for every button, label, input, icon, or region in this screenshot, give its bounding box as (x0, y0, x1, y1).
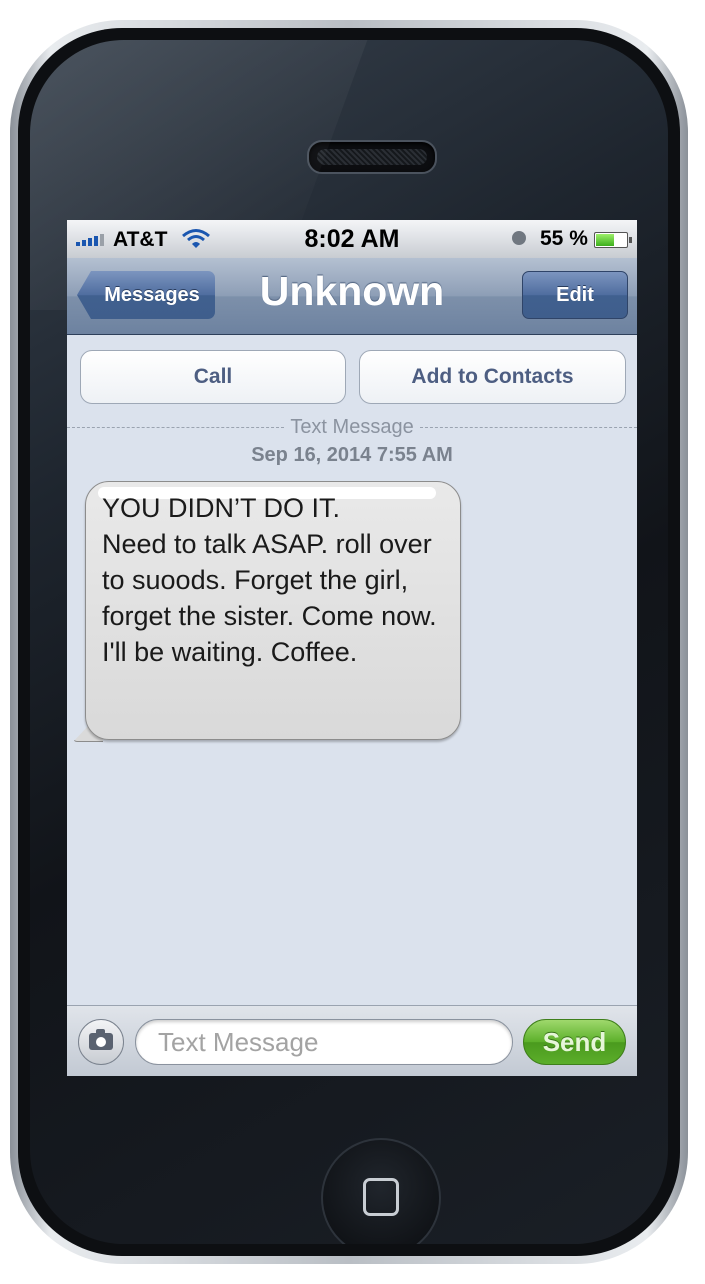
incoming-message-bubble[interactable]: YOU DIDN’T DO IT. Need to talk ASAP. rol… (85, 481, 461, 740)
message-text: YOU DIDN’T DO IT. Need to talk ASAP. rol… (102, 493, 437, 667)
divider-label: Text Message (290, 415, 414, 438)
battery-percent: 55 % (540, 227, 588, 250)
battery-level (596, 234, 614, 246)
battery-icon (594, 232, 632, 248)
edit-button[interactable]: Edit (522, 271, 628, 319)
message-input[interactable] (135, 1019, 513, 1065)
add-to-contacts-button[interactable]: Add to Contacts (359, 350, 626, 404)
home-square-icon (363, 1178, 399, 1216)
back-messages-button[interactable]: Messages (77, 271, 215, 319)
divider-line (67, 426, 285, 428)
divider-line (419, 426, 637, 428)
status-bar: AT&T 8:02 AM 55 % (67, 220, 637, 258)
earpiece-speaker (307, 140, 437, 174)
clock-icon (512, 231, 526, 245)
conversation-title: Unknown (259, 268, 445, 314)
camera-button[interactable] (78, 1019, 124, 1065)
home-button[interactable] (321, 1138, 441, 1244)
call-button[interactable]: Call (80, 350, 346, 404)
message-timestamp: Sep 16, 2014 7:55 AM (251, 444, 453, 466)
send-button[interactable]: Send (523, 1019, 626, 1065)
screen: AT&T 8:02 AM 55 % Messages Unknown Edit … (67, 220, 637, 1076)
camera-icon (89, 1029, 113, 1050)
navigation-bar: Messages Unknown Edit (67, 258, 637, 335)
thread-divider: Text Message (67, 415, 637, 438)
compose-bar: Send (67, 1005, 637, 1076)
